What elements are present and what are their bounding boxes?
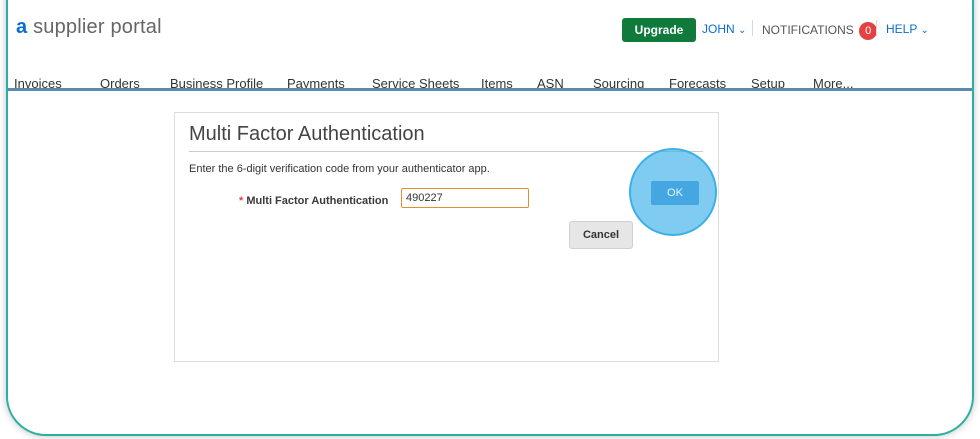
mfa-dialog: Multi Factor Authentication Enter the 6-… [174, 112, 719, 362]
brand-mark: a [16, 16, 28, 38]
chevron-down-icon: ⌄ [920, 25, 929, 36]
title-divider [189, 151, 703, 152]
notifications-menu[interactable]: NOTIFICATIONS 0 [762, 22, 878, 40]
notifications-badge: 0 [859, 22, 878, 40]
chevron-down-icon: ⌄ [738, 25, 747, 36]
divider [752, 20, 753, 36]
mfa-field-label-text: Multi Factor Authentication [246, 195, 389, 207]
instruction-text: Enter the 6-digit verification code from… [189, 163, 490, 175]
notifications-label: NOTIFICATIONS [762, 23, 854, 37]
required-marker: * [239, 195, 244, 207]
upgrade-button[interactable]: Upgrade [622, 18, 696, 42]
dialog-title: Multi Factor Authentication [189, 123, 425, 145]
nav-divider [8, 88, 972, 91]
help-menu[interactable]: HELP ⌄ [886, 22, 929, 36]
cancel-button[interactable]: Cancel [569, 221, 633, 249]
app-window: a supplier portal Upgrade JOHN ⌄ NOTIFIC… [6, 0, 974, 436]
user-menu[interactable]: JOHN ⌄ [702, 22, 746, 36]
top-bar: a supplier portal Upgrade JOHN ⌄ NOTIFIC… [8, 2, 972, 42]
divider [876, 20, 877, 36]
help-label: HELP [886, 22, 918, 36]
mfa-field-label: * Multi Factor Authentication [239, 195, 388, 207]
user-name: JOHN [702, 22, 735, 36]
ok-button[interactable]: OK [651, 181, 699, 205]
brand-text: supplier portal [27, 16, 162, 38]
mfa-code-input[interactable] [401, 188, 529, 208]
brand-logo[interactable]: a supplier portal [16, 16, 162, 39]
